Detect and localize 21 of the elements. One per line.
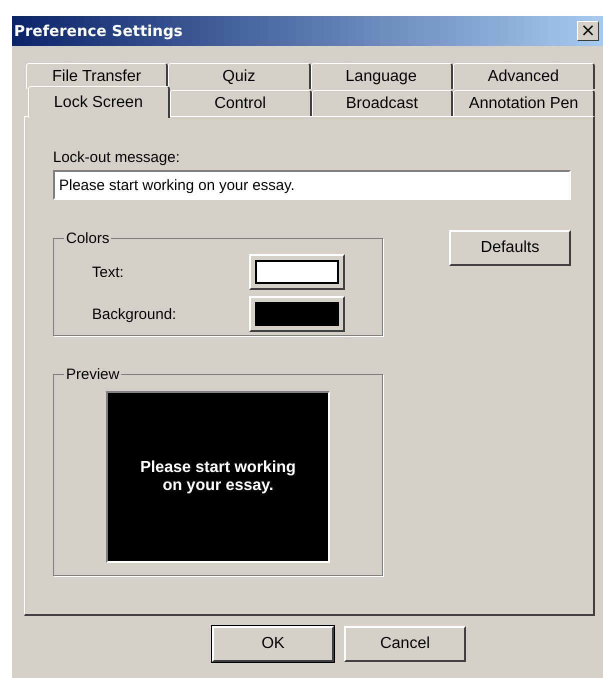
dialog-button[interactable]: Cancel	[344, 626, 466, 662]
group-title: Preview	[65, 366, 120, 383]
window-title: Preference Settings	[14, 22, 183, 40]
tab[interactable]: Quiz	[168, 63, 310, 89]
close-button[interactable]: ×	[577, 21, 599, 41]
tab[interactable]: Language	[310, 63, 453, 89]
color-label: Background:	[92, 306, 176, 322]
tab[interactable]: Advanced	[452, 63, 595, 89]
group-title: Colors	[65, 230, 110, 247]
color-swatch-button[interactable]	[249, 296, 345, 332]
tab[interactable]: Broadcast	[312, 90, 454, 116]
preview-text: Please start working on your essay.	[106, 391, 330, 563]
dialog-button[interactable]: OK	[212, 626, 334, 662]
color-swatch-button[interactable]	[249, 254, 345, 290]
tab[interactable]: Control	[170, 90, 312, 116]
defaults-button[interactable]: Defaults	[449, 230, 571, 266]
message-input[interactable]: Please start working on your essay.	[53, 170, 571, 200]
color-label: Text:	[92, 264, 124, 280]
tab[interactable]: Annotation Pen	[453, 90, 595, 116]
tab[interactable]: Lock Screen	[28, 86, 170, 118]
field-label: Lock-out message:	[53, 149, 181, 166]
